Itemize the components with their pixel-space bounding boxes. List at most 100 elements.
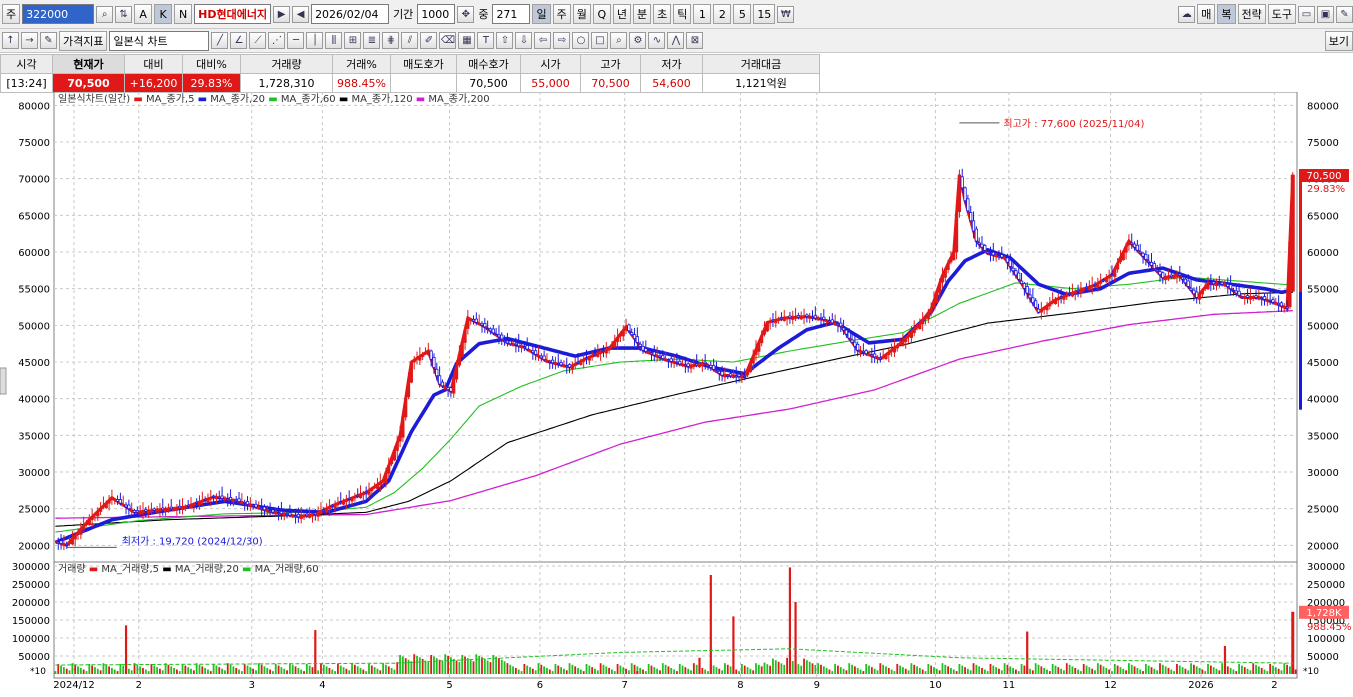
period-5-button[interactable]: 5 — [733, 4, 752, 24]
wrench-icon[interactable]: ✎ — [1336, 5, 1353, 23]
delete-tool-icon[interactable]: ⊠ — [686, 32, 704, 49]
volume-tick-left: 150000 — [12, 616, 50, 627]
period-quarter-button[interactable]: Q — [592, 4, 611, 24]
candle-body — [542, 355, 546, 360]
period-week-button[interactable]: 주 — [552, 4, 571, 24]
rect-tool-icon[interactable]: □ — [591, 32, 609, 49]
left-scroll-handle[interactable] — [0, 367, 7, 395]
circle-tool-icon[interactable]: ○ — [572, 32, 590, 49]
parallel-tool-icon[interactable]: ⫽ — [401, 32, 419, 49]
jung-input[interactable]: 271 — [492, 4, 531, 24]
chart-mode-icon[interactable]: ₩ — [777, 5, 795, 23]
stock-code-input[interactable]: 322000 — [22, 4, 95, 24]
sort-icon[interactable]: ⇅ — [115, 5, 133, 23]
line-tool-icon[interactable]: ╱ — [211, 32, 229, 49]
pen-tool-icon[interactable]: ✐ — [420, 32, 438, 49]
tools-button[interactable]: 도구 — [1267, 4, 1296, 24]
up-arrow-tool-icon[interactable]: ⇧ — [496, 32, 514, 49]
search-icon[interactable]: ⌕ — [96, 5, 114, 23]
multi-button[interactable]: 복 — [1217, 4, 1236, 24]
candle-body — [647, 352, 651, 355]
n-button[interactable]: N — [174, 4, 193, 24]
right-arrow-tool-icon[interactable]: ⇨ — [553, 32, 571, 49]
arrow-up-icon[interactable]: ↑ — [2, 32, 19, 49]
angle-tool-icon[interactable]: ∠ — [230, 32, 248, 49]
candle-body — [875, 357, 880, 360]
candle-body — [898, 343, 902, 346]
period-month-button[interactable]: 월 — [572, 4, 591, 24]
zigzag-tool-icon[interactable]: ⋀ — [667, 32, 685, 49]
price-tick-left: 20000 — [18, 541, 50, 552]
left-arrow-tool-icon[interactable]: ⇦ — [534, 32, 552, 49]
hline-tool-icon[interactable]: ─ — [287, 32, 305, 49]
market-prefix-button[interactable]: 주 — [2, 4, 21, 24]
zoom-tool-icon[interactable]: ⌕ — [610, 32, 628, 49]
price-volume-chart[interactable]: 20000 2000025000 2500030000 3000035000 35000… — [0, 92, 1353, 697]
candle-body — [712, 365, 716, 370]
cloud-icon[interactable]: ☁ — [1178, 5, 1196, 23]
volume-bar — [218, 667, 221, 674]
volume-bar — [204, 667, 207, 674]
wave-tool-icon[interactable]: ∿ — [648, 32, 666, 49]
fan-tool-icon[interactable]: ⋰ — [268, 32, 286, 49]
candle-body — [82, 525, 86, 530]
view-button[interactable]: 보기 — [1324, 30, 1353, 51]
settings-tool-icon[interactable]: ⚙ — [629, 32, 647, 49]
volume-tick-right: 300000 — [1307, 562, 1345, 573]
single-button[interactable]: 매 — [1197, 4, 1216, 24]
down-arrow-tool-icon[interactable]: ⇩ — [515, 32, 533, 49]
arrow-right-icon[interactable]: → — [21, 32, 38, 49]
volume-bar — [322, 664, 325, 674]
volume-bar — [1260, 667, 1263, 674]
vline-tool-icon[interactable]: │ — [306, 32, 324, 49]
period-1-button[interactable]: 1 — [693, 4, 712, 24]
channel-tool-icon[interactable]: ⋕ — [382, 32, 400, 49]
save-icon[interactable]: ▣ — [1317, 5, 1334, 23]
volume-bar — [1277, 668, 1280, 674]
indicator-button[interactable]: 가격지표 — [59, 30, 108, 51]
candle-body — [155, 509, 159, 513]
period-minute-button[interactable]: 분 — [632, 4, 652, 24]
edit-icon[interactable]: ✎ — [40, 32, 57, 49]
period-tick-button[interactable]: 틱 — [673, 4, 692, 24]
period-15-button[interactable]: 15 — [753, 4, 776, 24]
date-input[interactable]: 2026/02/04 — [311, 4, 390, 24]
price-tick-right: 25000 — [1307, 505, 1339, 516]
candle-body — [486, 328, 490, 331]
period-2-button[interactable]: 2 — [713, 4, 732, 24]
strategy-button[interactable]: 전략 — [1237, 4, 1266, 24]
volume-bar — [627, 670, 630, 674]
play-left-icon[interactable]: ◀ — [292, 5, 310, 23]
k-button[interactable]: K — [154, 4, 173, 24]
folder-icon[interactable]: ▭ — [1298, 5, 1315, 23]
candle-body — [313, 512, 317, 515]
grid-tool-icon[interactable]: ⊞ — [344, 32, 362, 49]
volume-tick-left: 50000 — [18, 652, 50, 663]
candle-body — [1180, 276, 1185, 280]
period-day-button[interactable]: 일 — [532, 4, 551, 24]
cycle-tool-icon[interactable]: ⫼ — [325, 32, 343, 49]
period-year-button[interactable]: 년 — [612, 4, 631, 24]
volume-bar — [368, 663, 370, 674]
a-button[interactable]: A — [134, 4, 153, 24]
volume-bar — [201, 666, 204, 674]
candle-body — [248, 504, 252, 507]
volume-bar — [743, 665, 746, 674]
period-second-button[interactable]: 초 — [653, 4, 672, 24]
candle-body — [276, 512, 281, 515]
play-right-icon[interactable]: ▶ — [273, 5, 291, 23]
color-tool-icon[interactable]: ▦ — [458, 32, 476, 49]
eraser-tool-icon[interactable]: ⌫ — [439, 32, 457, 49]
volume-bar — [822, 666, 825, 674]
chart-type-select[interactable]: 일본식 차트 — [109, 30, 210, 51]
text-tool-icon[interactable]: T — [477, 32, 495, 49]
stock-name-field[interactable]: HD현대에너지 — [194, 4, 272, 24]
candle-body — [901, 341, 905, 346]
last-volume-label: 1,728K — [1306, 608, 1342, 619]
period-input[interactable]: 1000 — [417, 4, 456, 24]
trend-tool-icon[interactable]: ⟋ — [249, 32, 267, 49]
candle-body — [1073, 291, 1077, 294]
fibo-tool-icon[interactable]: ≣ — [363, 32, 381, 49]
crosshair-icon[interactable]: ✥ — [457, 5, 475, 23]
candle-body — [734, 375, 738, 378]
